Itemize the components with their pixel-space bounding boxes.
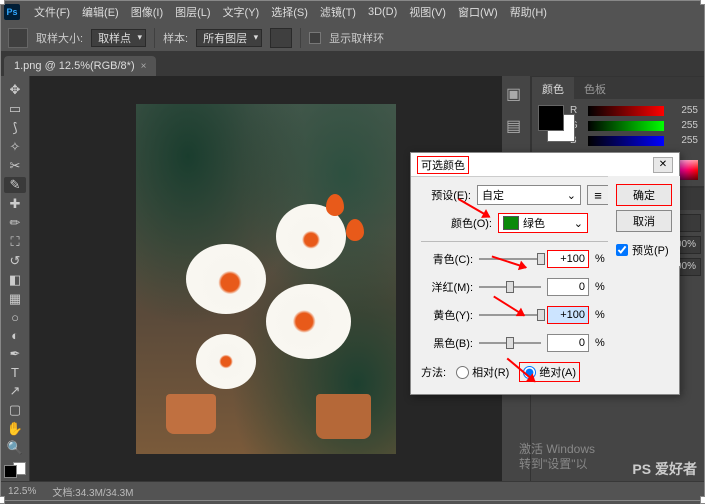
move-tool-icon[interactable]: ✥ (4, 82, 26, 98)
status-bar: 12.5% 文档:34.3M/34.3M (0, 481, 705, 501)
menu-image[interactable]: 图像(I) (125, 4, 169, 20)
type-tool-icon[interactable]: T (4, 365, 26, 380)
black-slider[interactable] (479, 342, 541, 344)
path-tool-icon[interactable]: ↗ (4, 383, 26, 399)
preview-checkbox[interactable]: 预览(P) (616, 242, 672, 258)
g-slider[interactable] (588, 121, 664, 131)
preset-dropdown[interactable]: 自定 (477, 185, 581, 205)
close-button[interactable]: ✕ (653, 157, 673, 173)
b-slider[interactable] (588, 136, 664, 146)
lasso-tool-icon[interactable]: ⟆ (4, 120, 26, 136)
sample-label: 样本: (163, 30, 188, 46)
magenta-slider[interactable] (479, 286, 541, 288)
yellow-label: 黄色(Y): (421, 307, 473, 323)
sample-size-label: 取样大小: (36, 30, 83, 46)
green-swatch-icon (503, 216, 519, 230)
zoom-level[interactable]: 12.5% (8, 486, 36, 497)
history-panel-icon[interactable]: ▣ (506, 84, 526, 104)
color-swatches[interactable] (4, 465, 26, 475)
method-label: 方法: (421, 364, 446, 380)
pen-tool-icon[interactable]: ✒ (4, 346, 26, 362)
cyan-value[interactable]: +100 (547, 250, 589, 268)
document-image (136, 104, 396, 454)
menu-window[interactable]: 窗口(W) (452, 4, 504, 20)
windows-activation-watermark: 激活 Windows 转到"设置"以 (519, 442, 595, 473)
ok-button[interactable]: 确定 (616, 184, 672, 206)
magenta-value[interactable]: 0 (547, 278, 589, 296)
document-tab[interactable]: 1.png @ 12.5%(RGB/8*) × (4, 56, 156, 76)
option-icon-button[interactable] (270, 28, 292, 48)
black-label: 黑色(B): (421, 335, 473, 351)
ps-watermark: PS 爱好者 (632, 459, 697, 479)
divider (300, 28, 301, 48)
doc-size: 文档:34.3M/34.3M (52, 484, 133, 499)
dodge-tool-icon[interactable]: ◐ (4, 328, 26, 343)
menu-3d[interactable]: 3D(D) (362, 6, 403, 18)
percent-label: % (595, 281, 609, 293)
close-icon[interactable]: × (141, 61, 147, 72)
eyedropper-tool-icon[interactable]: ✎ (4, 177, 26, 193)
menu-filter[interactable]: 滤镜(T) (314, 4, 362, 20)
gradient-tool-icon[interactable]: ▦ (4, 291, 26, 307)
foreground-color-swatch[interactable] (4, 465, 17, 478)
hand-tool-icon[interactable]: ✋ (4, 421, 26, 437)
brush-tool-icon[interactable]: ✏ (4, 215, 26, 231)
method-relative-radio[interactable]: 相对(R) (456, 364, 509, 380)
color-panel-tabs: 颜色 色板 (532, 77, 704, 99)
g-value[interactable]: 255 (670, 120, 698, 131)
marquee-tool-icon[interactable]: ▭ (4, 101, 26, 117)
magic-wand-tool-icon[interactable]: ✧ (4, 139, 26, 155)
show-ring-label: 显示取样环 (329, 30, 384, 46)
dialog-titlebar[interactable]: 可选颜色 ✕ (411, 153, 679, 177)
preset-menu-icon[interactable]: ≡ (587, 185, 609, 205)
healing-tool-icon[interactable]: ✚ (4, 196, 26, 212)
menu-bar: Ps 文件(F) 编辑(E) 图像(I) 图层(L) 文字(Y) 选择(S) 滤… (0, 0, 705, 24)
eraser-tool-icon[interactable]: ◧ (4, 272, 26, 288)
blur-tool-icon[interactable]: ○ (4, 310, 26, 325)
swatches-panel-icon[interactable]: ▤ (506, 116, 526, 136)
cyan-slider[interactable] (479, 258, 541, 260)
dialog-title: 可选颜色 (417, 156, 469, 174)
menu-edit[interactable]: 编辑(E) (76, 4, 125, 20)
show-ring-checkbox[interactable] (309, 32, 321, 44)
yellow-value[interactable]: +100 (547, 306, 589, 324)
percent-label: % (595, 309, 609, 321)
divider (154, 28, 155, 48)
percent-label: % (595, 337, 609, 349)
panel-foreground-swatch[interactable] (538, 105, 564, 131)
cancel-button[interactable]: 取消 (616, 210, 672, 232)
colors-dropdown[interactable]: 绿色 (498, 213, 588, 233)
tab-color[interactable]: 颜色 (532, 77, 574, 99)
r-slider[interactable] (588, 106, 664, 116)
zoom-tool-icon[interactable]: 🔍 (4, 440, 26, 456)
sample-dropdown[interactable]: 所有图层 (196, 29, 262, 47)
menu-type[interactable]: 文字(Y) (217, 4, 266, 20)
document-tab-bar: 1.png @ 12.5%(RGB/8*) × (0, 52, 705, 76)
yellow-slider[interactable] (479, 314, 541, 316)
options-bar: 取样大小: 取样点 样本: 所有图层 显示取样环 (0, 24, 705, 52)
tools-panel: ✥ ▭ ⟆ ✧ ✂ ✎ ✚ ✏ ⛶ ↺ ◧ ▦ ○ ◐ ✒ T ↗ ▢ ✋ 🔍 (0, 76, 30, 481)
menu-select[interactable]: 选择(S) (265, 4, 314, 20)
menu-layer[interactable]: 图层(L) (169, 4, 216, 20)
cyan-label: 青色(C): (421, 251, 473, 267)
document-tab-label: 1.png @ 12.5%(RGB/8*) (14, 60, 135, 72)
r-value[interactable]: 255 (670, 105, 698, 116)
selective-color-dialog: 可选颜色 ✕ 预设(E): 自定 ≡ 颜色(O): 绿色 青色(C): +100 (410, 152, 680, 395)
crop-tool-icon[interactable]: ✂ (4, 158, 26, 174)
eyedropper-tool-icon[interactable] (8, 28, 28, 48)
stamp-tool-icon[interactable]: ⛶ (4, 234, 26, 250)
magenta-label: 洋红(M): (421, 279, 473, 295)
shape-tool-icon[interactable]: ▢ (4, 402, 26, 418)
app-logo: Ps (4, 4, 20, 20)
menu-view[interactable]: 视图(V) (403, 4, 452, 20)
tab-swatches[interactable]: 色板 (574, 77, 616, 99)
menu-help[interactable]: 帮助(H) (504, 4, 553, 20)
b-value[interactable]: 255 (670, 135, 698, 146)
black-value[interactable]: 0 (547, 334, 589, 352)
sample-size-dropdown[interactable]: 取样点 (91, 29, 146, 47)
menu-file[interactable]: 文件(F) (28, 4, 76, 20)
history-brush-tool-icon[interactable]: ↺ (4, 253, 26, 269)
percent-label: % (595, 253, 609, 265)
